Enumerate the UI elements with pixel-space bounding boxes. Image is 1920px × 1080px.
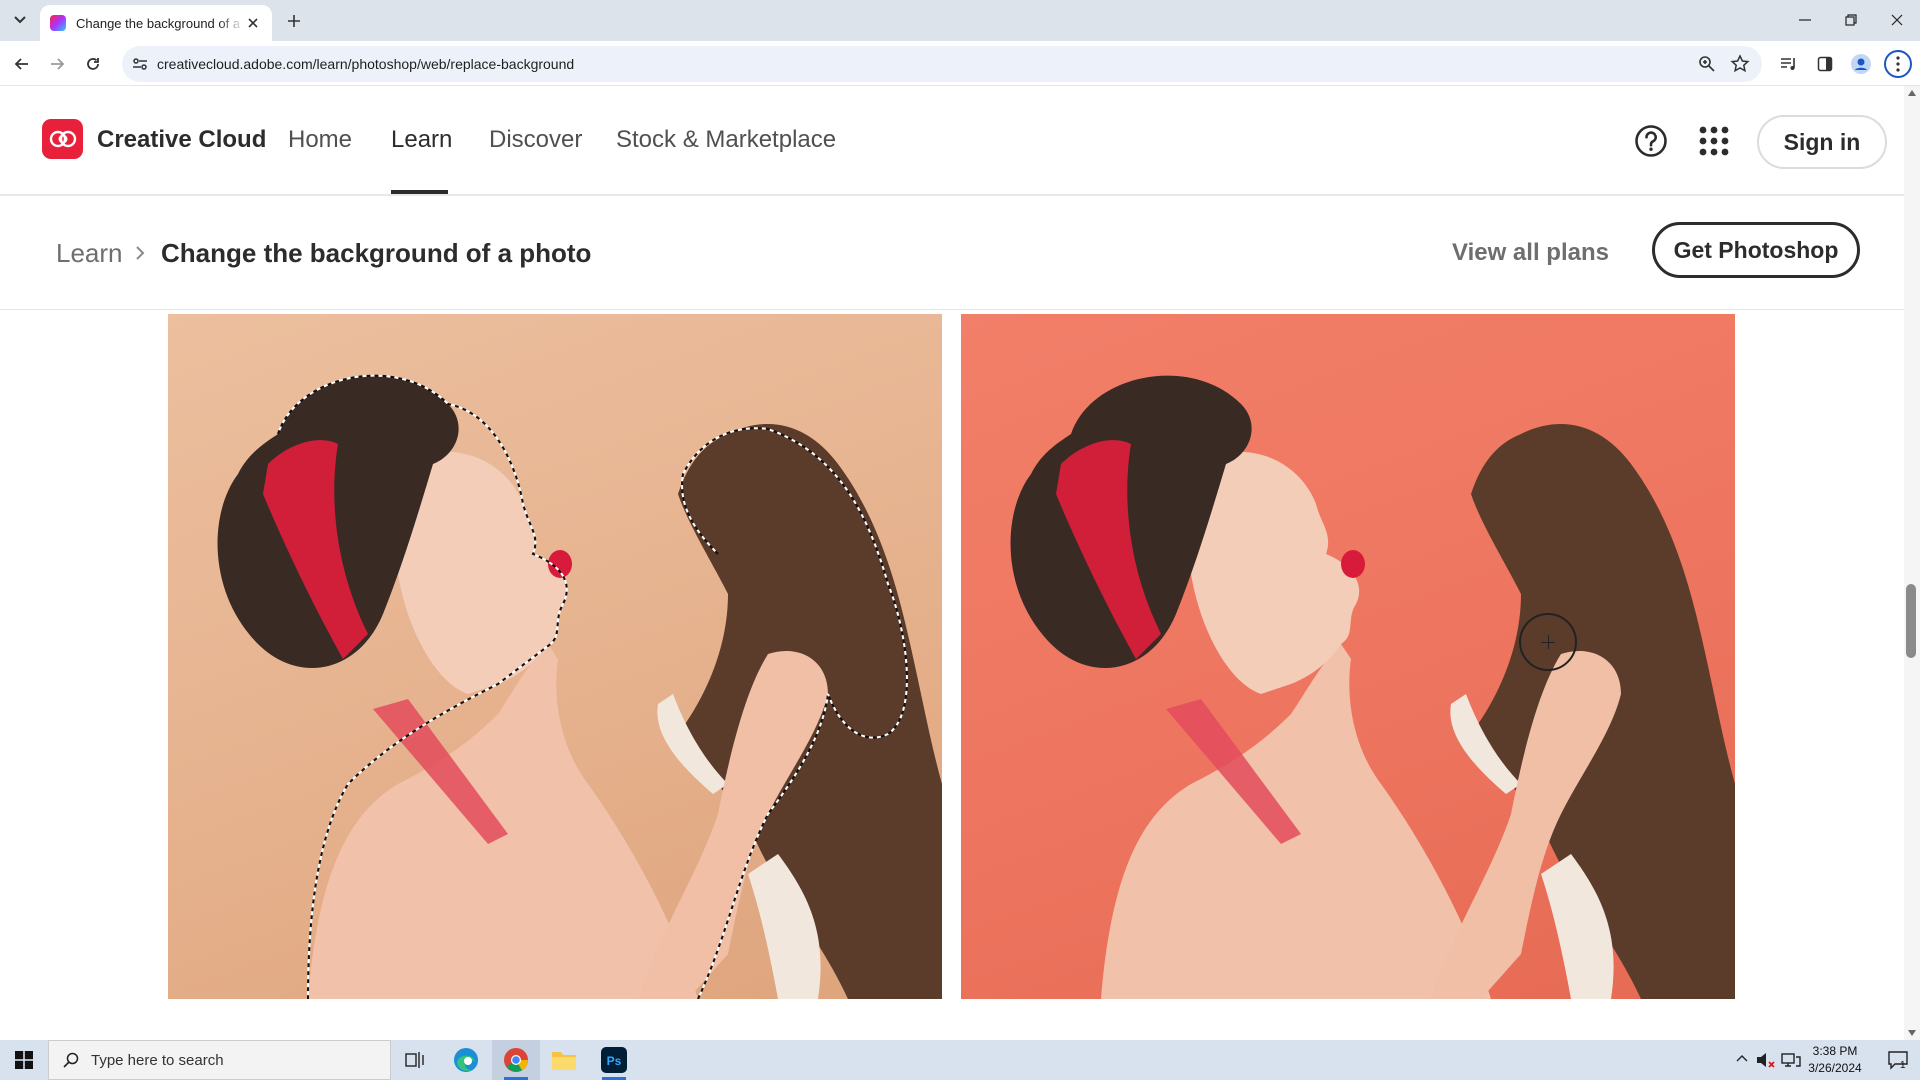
arrow-left-icon [14,58,28,70]
clock-time: 3:38 PM [1812,1044,1858,1058]
chrome-menu-button[interactable] [1884,50,1912,78]
global-nav: Creative Cloud Home Learn Discover Stock… [0,86,1904,196]
kebab-menu-icon [1896,56,1900,72]
start-button[interactable] [0,1040,48,1080]
before-photo [168,314,942,999]
file-explorer-taskbar-button[interactable] [540,1040,588,1080]
brand-name[interactable]: Creative Cloud [97,126,266,154]
sign-in-button[interactable]: Sign in [1757,115,1887,169]
chevron-right-icon [136,246,145,260]
local-nav: Learn Change the background of a photo V… [0,198,1904,310]
notification-count: 1 [1900,1060,1906,1071]
taskbar-search-box[interactable]: Type here to search [48,1040,391,1080]
search-icon [63,1052,79,1068]
active-nav-indicator [391,190,448,194]
chrome-taskbar-button[interactable] [492,1040,540,1080]
media-queue-icon [1781,58,1795,70]
creative-cloud-favicon-icon [50,15,66,31]
chrome-browser-icon [504,1048,528,1072]
arrow-right-icon [51,58,65,70]
woman-and-dog-illustration [1010,375,1735,999]
page-scrollbar[interactable] [1904,86,1920,1040]
photoshop-icon: Ps [601,1047,627,1073]
nav-link-discover[interactable]: Discover [489,126,582,154]
reload-icon [87,58,99,70]
page-viewport: Creative Cloud Home Learn Discover Stock… [0,86,1904,1040]
page-title: Change the background of a photo [161,238,592,268]
windows-taskbar: Type here to search Ps 3:38 PM 3/26/2024… [0,1040,1920,1080]
task-view-button[interactable] [391,1040,439,1080]
after-photo [961,314,1735,999]
svg-text:Ps: Ps [607,1054,622,1068]
nav-link-home[interactable]: Home [288,126,352,154]
get-photoshop-button[interactable]: Get Photoshop [1652,222,1860,278]
brush-cursor-icon [1519,613,1577,671]
browser-toolbar: creativecloud.adobe.com/learn/photoshop/… [0,41,1920,86]
view-all-plans-link[interactable]: View all plans [1452,239,1609,267]
taskbar-search-placeholder: Type here to search [91,1051,224,1069]
nav-link-stock-marketplace[interactable]: Stock & Marketplace [616,126,836,154]
taskbar-clock[interactable]: 3:38 PM 3/26/2024 [1794,1043,1876,1077]
clock-date: 3/26/2024 [1808,1061,1862,1075]
edge-browser-icon [454,1048,478,1072]
browser-tab-strip: Change the background of a photo [0,0,1920,41]
close-window-button[interactable] [1874,0,1920,40]
notification-center-button[interactable]: 1 [1876,1040,1920,1080]
new-tab-button[interactable] [282,9,306,33]
help-icon[interactable] [1634,124,1668,158]
creative-cloud-logo-icon[interactable] [42,119,83,159]
avatar-icon [1851,54,1871,74]
windows-logo-icon [15,1051,33,1069]
profile-button[interactable] [1847,50,1875,78]
plus-icon [288,15,300,27]
close-tab-icon[interactable] [244,14,262,32]
back-button[interactable] [8,50,36,78]
chevron-down-icon [14,16,26,24]
side-panel-icon [1817,56,1833,72]
restore-button[interactable] [1828,0,1874,40]
nav-link-learn[interactable]: Learn [391,126,452,154]
zoom-icon[interactable] [1698,55,1716,73]
reload-button[interactable] [79,50,107,78]
minimize-icon [1799,19,1811,21]
folder-icon [552,1052,576,1070]
address-bar[interactable]: creativecloud.adobe.com/learn/photoshop/… [122,46,1762,82]
speaker-muted-icon[interactable] [1756,1051,1776,1069]
edge-taskbar-button[interactable] [442,1040,490,1080]
breadcrumb-learn[interactable]: Learn [56,238,123,269]
restore-icon [1845,14,1857,26]
bookmark-star-icon[interactable] [1730,54,1750,74]
scroll-down-arrow-icon[interactable] [1908,1030,1916,1036]
forward-button[interactable] [43,50,71,78]
tab-title: Change the background of a photo [76,15,244,31]
chevron-up-icon[interactable] [1736,1054,1748,1062]
side-panel-button[interactable] [1811,50,1839,78]
woman-and-dog-illustration [217,374,942,999]
app-switcher-grid-icon[interactable] [1699,126,1729,156]
minimize-button[interactable] [1782,0,1828,40]
scroll-up-arrow-icon[interactable] [1908,90,1916,96]
close-icon [1891,14,1903,26]
media-controls-button[interactable] [1775,50,1803,78]
site-info-icon[interactable] [131,55,149,73]
scrollbar-thumb[interactable] [1906,584,1916,658]
tab-search-button[interactable] [8,8,32,32]
photoshop-taskbar-button[interactable]: Ps [590,1040,638,1080]
url-text[interactable]: creativecloud.adobe.com/learn/photoshop/… [157,56,574,72]
browser-tab-active[interactable]: Change the background of a photo [40,5,272,41]
task-view-icon [405,1052,424,1068]
